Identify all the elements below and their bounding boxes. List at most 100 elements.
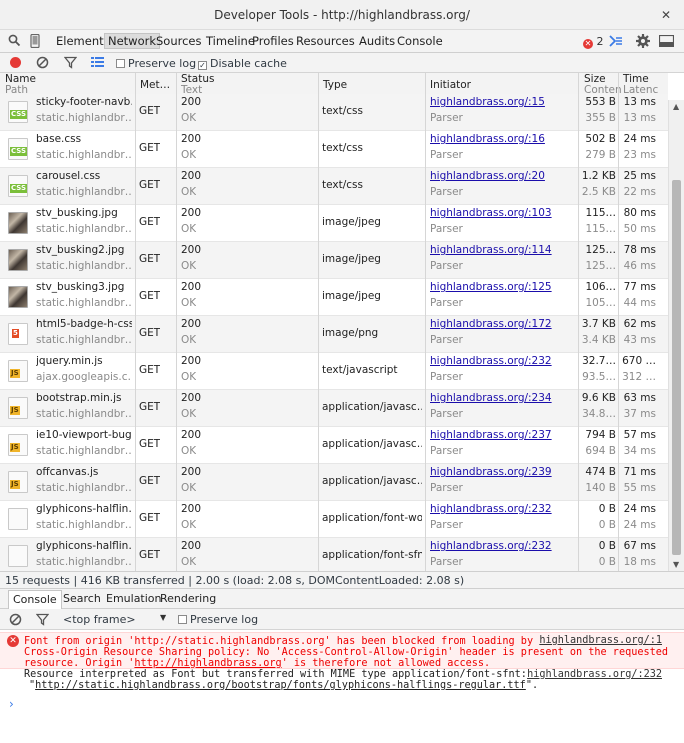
- column-status[interactable]: Status Text: [181, 74, 214, 96]
- scrollbar-thumb[interactable]: [672, 180, 681, 555]
- tab-sources[interactable]: Sources: [156, 34, 202, 50]
- frame-dropdown-icon[interactable]: ▼: [160, 613, 166, 622]
- table-row[interactable]: glyphicons-halflin… static.highlandbr… GET…: [0, 538, 668, 571]
- initiator-link[interactable]: highlandbrass.org/:234: [430, 392, 552, 404]
- table-row[interactable]: CSS carousel.css static.highlandbr… GET 200 O…: [0, 168, 668, 205]
- request-type: text/javascript: [322, 364, 398, 376]
- request-name[interactable]: stv_busking.jpg: [36, 207, 132, 219]
- record-icon[interactable]: [9, 56, 22, 69]
- console-filter-icon[interactable]: [36, 613, 49, 626]
- clear-console-icon[interactable]: [9, 613, 22, 626]
- drawer-tab-emulation[interactable]: Emulation: [106, 592, 162, 605]
- request-name[interactable]: html5-badge-h-css…: [36, 318, 132, 330]
- device-mode-icon[interactable]: [30, 34, 40, 48]
- frame-selector[interactable]: <top frame>: [63, 613, 136, 626]
- initiator-link[interactable]: highlandbrass.org/:20: [430, 170, 545, 182]
- font-url-link[interactable]: http://static.highlandbrass.org/bootstra…: [35, 680, 526, 691]
- request-name[interactable]: carousel.css: [36, 170, 132, 182]
- table-row[interactable]: stv_busking3.jpg static.highlandbr… GET 200…: [0, 279, 668, 316]
- initiator-link[interactable]: highlandbrass.org/:103: [430, 207, 552, 219]
- filter-icon[interactable]: [64, 56, 77, 69]
- close-window-icon[interactable]: ✕: [661, 8, 671, 22]
- request-content-size: 125…: [585, 260, 616, 272]
- drawer-tab-console[interactable]: Console: [8, 590, 62, 609]
- table-row[interactable]: glyphicons-halflin… static.highlandbr… GET…: [0, 501, 668, 538]
- tab-resources[interactable]: Resources: [296, 34, 355, 50]
- request-name[interactable]: stv_busking2.jpg: [36, 244, 132, 256]
- request-name[interactable]: jquery.min.js: [36, 355, 132, 367]
- column-size[interactable]: Size Conten: [584, 74, 622, 96]
- initiator-link[interactable]: highlandbrass.org/:125: [430, 281, 552, 293]
- drawer-toggle-icon[interactable]: [609, 35, 623, 47]
- column-type[interactable]: Type: [323, 80, 347, 91]
- request-name[interactable]: base.css: [36, 133, 132, 145]
- gear-icon[interactable]: [636, 34, 650, 48]
- initiator-link[interactable]: highlandbrass.org/:239: [430, 466, 552, 478]
- request-path: static.highlandbr…: [36, 519, 132, 531]
- tab-network[interactable]: Network: [104, 33, 161, 49]
- table-row[interactable]: stv_busking.jpg static.highlandbr… GET 200 O…: [0, 205, 668, 242]
- table-row[interactable]: CSS sticky-footer-navb… static.highlandbr……: [0, 94, 668, 131]
- request-method: GET: [139, 216, 161, 228]
- initiator-link[interactable]: highlandbrass.org/:232: [430, 355, 552, 367]
- request-name[interactable]: glyphicons-halflin…: [36, 540, 132, 552]
- checkbox-checked[interactable]: ✓: [198, 61, 207, 70]
- drawer-tab-rendering[interactable]: Rendering: [160, 592, 216, 605]
- tab-profiles[interactable]: Profiles: [252, 34, 294, 50]
- console-prompt[interactable]: ›: [9, 697, 14, 711]
- column-method[interactable]: Met…: [140, 80, 170, 91]
- table-row[interactable]: JS ie10-viewport-bug… static.highlandbr… GE…: [0, 427, 668, 464]
- request-name[interactable]: ie10-viewport-bug…: [36, 429, 132, 441]
- column-initiator[interactable]: Initiator: [430, 80, 471, 91]
- initiator-link[interactable]: highlandbrass.org/:16: [430, 133, 545, 145]
- request-latency: 44 ms: [623, 297, 656, 309]
- request-name[interactable]: offcanvas.js: [36, 466, 132, 478]
- request-status: 200: [181, 355, 202, 367]
- error-count: 2: [596, 35, 604, 48]
- tab-elements[interactable]: Elements: [56, 34, 110, 50]
- drawer-tab-search[interactable]: Search: [63, 592, 101, 605]
- disable-cache-checkbox[interactable]: ✓ Disable cache: [198, 57, 287, 70]
- network-toolbar: Preserve log ✓ Disable cache: [0, 53, 684, 73]
- table-row[interactable]: CSS base.css static.highlandbr… GET 200 OK tex…: [0, 131, 668, 168]
- preserve-log-label: Preserve log: [128, 57, 197, 70]
- scroll-up-arrow-icon[interactable]: ▲: [673, 102, 679, 111]
- request-content-size: 279 B: [585, 149, 616, 161]
- initiator-link[interactable]: highlandbrass.org/:15: [430, 96, 545, 108]
- checkbox-unchecked[interactable]: [178, 615, 187, 624]
- request-path: static.highlandbr…: [36, 223, 132, 235]
- request-status: 200: [181, 244, 202, 256]
- initiator-link[interactable]: highlandbrass.org/:114: [430, 244, 552, 256]
- image-thumbnail-icon: [8, 286, 28, 308]
- column-time[interactable]: Time Latenc: [623, 74, 658, 96]
- log-source-link[interactable]: highlandbrass.org/:232: [527, 669, 662, 680]
- table-row[interactable]: stv_busking2.jpg static.highlandbr… GET 200…: [0, 242, 668, 279]
- table-row[interactable]: JS jquery.min.js ajax.googleapis.c… GET 200 O…: [0, 353, 668, 390]
- dock-side-icon[interactable]: [659, 35, 674, 47]
- initiator-link[interactable]: highlandbrass.org/:232: [430, 540, 552, 552]
- table-scrollbar[interactable]: ▲ ▼: [668, 100, 684, 571]
- tab-audits[interactable]: Audits: [359, 34, 395, 50]
- clear-icon[interactable]: [36, 56, 49, 69]
- table-row[interactable]: 5 html5-badge-h-css… static.highlandbr… GET…: [0, 316, 668, 353]
- column-name[interactable]: Name Path: [5, 74, 36, 96]
- large-rows-icon[interactable]: [91, 56, 104, 68]
- initiator-link[interactable]: highlandbrass.org/:237: [430, 429, 552, 441]
- search-icon[interactable]: [8, 34, 21, 47]
- request-name[interactable]: bootstrap.min.js: [36, 392, 132, 404]
- table-row[interactable]: JS bootstrap.min.js static.highlandbr… GET 2…: [0, 390, 668, 427]
- request-name[interactable]: sticky-footer-navb…: [36, 96, 132, 108]
- request-name[interactable]: glyphicons-halflin…: [36, 503, 132, 515]
- preserve-log-checkbox[interactable]: Preserve log: [116, 57, 196, 70]
- table-row[interactable]: JS offcanvas.js static.highlandbr… GET 200 OK…: [0, 464, 668, 501]
- tab-console[interactable]: Console: [397, 34, 443, 50]
- checkbox-unchecked[interactable]: [116, 59, 125, 68]
- tab-timeline[interactable]: Timeline: [206, 34, 255, 50]
- scroll-down-arrow-icon[interactable]: ▼: [673, 560, 679, 569]
- error-count-badge[interactable]: ✕ 2: [583, 35, 604, 49]
- initiator-link[interactable]: highlandbrass.org/:172: [430, 318, 552, 330]
- error-source-link[interactable]: highlandbrass.org/:1: [539, 635, 662, 646]
- request-name[interactable]: stv_busking3.jpg: [36, 281, 132, 293]
- initiator-link[interactable]: highlandbrass.org/:232: [430, 503, 552, 515]
- console-preserve-log-checkbox[interactable]: Preserve log: [178, 613, 258, 626]
